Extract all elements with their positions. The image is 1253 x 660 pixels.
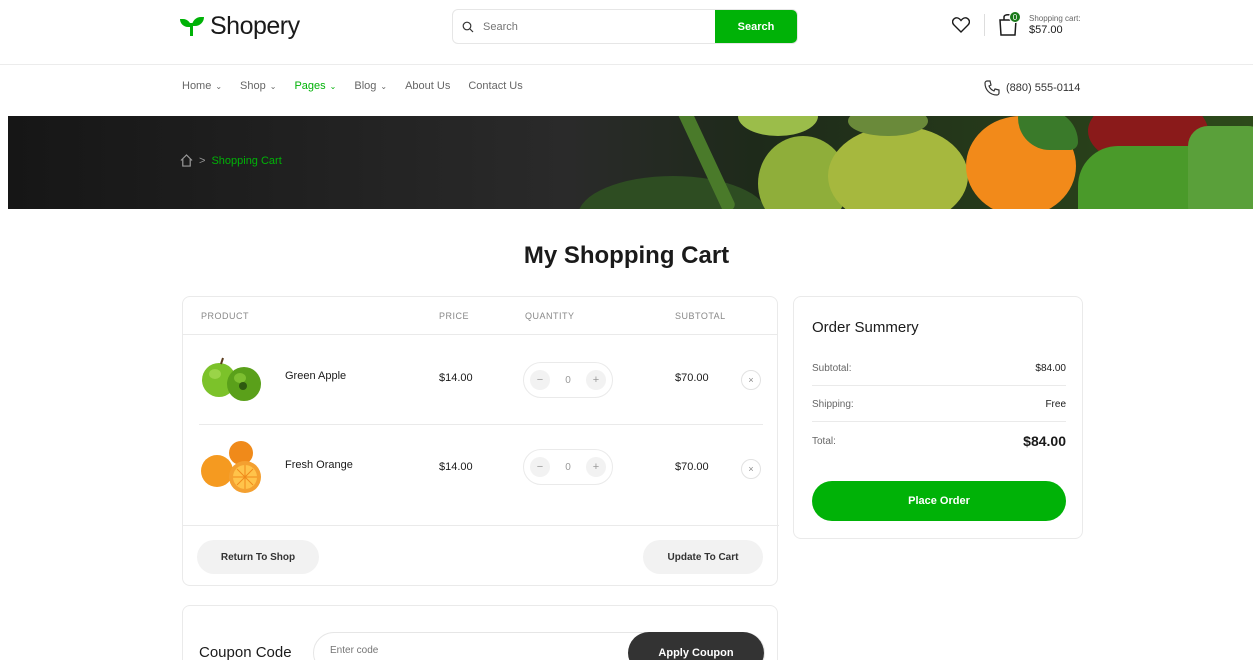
- coupon-input[interactable]: [330, 645, 610, 656]
- summary-subtotal-row: Subtotal: $84.00: [812, 363, 1066, 374]
- logo-text: Shopery: [210, 12, 300, 40]
- coupon-section: Coupon Code Apply Coupon: [182, 605, 778, 660]
- coupon-label: Coupon Code: [199, 644, 292, 660]
- subtotal-label: Subtotal:: [812, 363, 852, 374]
- chevron-down-icon: ⌄: [329, 81, 337, 91]
- nav-shop[interactable]: Shop ⌄: [240, 80, 276, 92]
- search-icon: [453, 10, 483, 43]
- summary-total-row: Total: $84.00: [812, 433, 1066, 449]
- minus-button[interactable]: −: [530, 370, 550, 390]
- remove-item-button[interactable]: ×: [741, 370, 761, 390]
- cart-count-badge: 0: [1009, 11, 1021, 23]
- banner-decor: [1188, 126, 1253, 209]
- leaf-logo-icon: [180, 16, 204, 37]
- site-header: Shopery Search 0 Shopping cart: $57.00: [0, 0, 1253, 64]
- summary-divider: [812, 385, 1066, 386]
- col-product: PRODUCT: [201, 311, 249, 321]
- fresh-orange-image: [199, 441, 265, 493]
- header-actions: 0 Shopping cart: $57.00: [946, 10, 1081, 40]
- nav-label: Home: [182, 80, 212, 92]
- cart-button[interactable]: 0: [997, 11, 1023, 39]
- order-summary: Order Summery Subtotal: $84.00 Shipping:…: [793, 296, 1083, 539]
- apply-coupon-button[interactable]: Apply Coupon: [628, 632, 764, 660]
- table-row: Fresh Orange $14.00 − 0 + $70.00 ×: [183, 425, 779, 513]
- nav-label: Pages: [294, 80, 326, 92]
- product-price: $14.00: [439, 372, 473, 384]
- header-divider-line: [0, 64, 1253, 65]
- product-subtotal: $70.00: [675, 372, 709, 384]
- nav-about[interactable]: About Us: [405, 80, 450, 92]
- cart-table: PRODUCT PRICE QUANTITY SUBTOTAL Green Ap…: [182, 296, 779, 586]
- col-subtotal: SUBTOTAL: [675, 311, 726, 321]
- cart-table-header: PRODUCT PRICE QUANTITY SUBTOTAL: [183, 297, 777, 335]
- remove-item-button[interactable]: ×: [741, 459, 761, 479]
- green-apple-image: [199, 352, 265, 404]
- banner-decor: [828, 126, 968, 209]
- plus-button[interactable]: +: [586, 457, 606, 477]
- summary-divider: [812, 421, 1066, 422]
- header-divider: [984, 14, 985, 36]
- phone-contact[interactable]: (880) 555-0114: [984, 80, 1080, 96]
- phone-icon: [984, 80, 1000, 96]
- breadcrumb: > Shopping Cart: [180, 154, 282, 167]
- cart-total: $57.00: [1029, 24, 1063, 36]
- search-bar: Search: [452, 9, 798, 44]
- product-subtotal: $70.00: [675, 461, 709, 473]
- main-nav: Home ⌄ Shop ⌄ Pages ⌄ Blog ⌄ About Us Contac…: [182, 80, 523, 92]
- heart-icon[interactable]: [946, 10, 976, 40]
- banner-decor: [578, 176, 768, 209]
- plus-button[interactable]: +: [586, 370, 606, 390]
- breadcrumb-current: Shopping Cart: [211, 154, 282, 167]
- breadcrumb-separator: >: [199, 154, 206, 167]
- place-order-button[interactable]: Place Order: [812, 481, 1066, 521]
- cart-label: Shopping cart:: [1029, 14, 1081, 23]
- phone-number: (880) 555-0114: [1006, 82, 1081, 94]
- product-name[interactable]: Fresh Orange: [285, 459, 353, 471]
- nav-label: Shop: [240, 80, 266, 92]
- quantity-stepper: − 0 +: [523, 449, 613, 485]
- search-input[interactable]: [483, 10, 715, 43]
- chevron-down-icon: ⌄: [380, 81, 388, 91]
- update-cart-button[interactable]: Update To Cart: [643, 540, 763, 574]
- nav-pages[interactable]: Pages ⌄: [294, 80, 336, 92]
- chevron-down-icon: ⌄: [269, 81, 277, 91]
- nav-label: Blog: [354, 80, 377, 92]
- page-title: My Shopping Cart: [523, 242, 730, 269]
- logo[interactable]: Shopery: [180, 12, 300, 41]
- summary-title: Order Summery: [812, 319, 919, 336]
- search-button[interactable]: Search: [715, 10, 797, 43]
- summary-shipping-row: Shipping: Free: [812, 399, 1066, 410]
- coupon-field: Apply Coupon: [313, 632, 765, 660]
- nav-label: Contact Us: [468, 80, 523, 92]
- shipping-label: Shipping:: [812, 399, 854, 410]
- cart-summary: Shopping cart: $57.00: [1029, 14, 1081, 36]
- banner-decor: [1078, 146, 1198, 209]
- quantity-stepper: − 0 +: [523, 362, 613, 398]
- breadcrumb-banner: > Shopping Cart: [8, 116, 1253, 209]
- table-row: Green Apple $14.00 − 0 + $70.00 ×: [183, 336, 779, 424]
- nav-label: About Us: [405, 80, 451, 92]
- quantity-value: 0: [565, 374, 571, 386]
- nav-contact[interactable]: Contact Us: [468, 80, 522, 92]
- shipping-value: Free: [1045, 399, 1066, 410]
- total-value: $84.00: [1023, 433, 1066, 449]
- nav-blog[interactable]: Blog ⌄: [354, 80, 387, 92]
- product-price: $14.00: [439, 461, 473, 473]
- return-to-shop-button[interactable]: Return To Shop: [197, 540, 319, 574]
- banner-decor: [738, 116, 818, 136]
- nav-home[interactable]: Home ⌄: [182, 80, 222, 92]
- subtotal-value: $84.00: [1035, 363, 1066, 374]
- col-price: PRICE: [439, 311, 470, 321]
- quantity-value: 0: [565, 461, 571, 473]
- chevron-down-icon: ⌄: [215, 81, 223, 91]
- home-icon[interactable]: [180, 154, 193, 167]
- minus-button[interactable]: −: [530, 457, 550, 477]
- product-name[interactable]: Green Apple: [285, 370, 346, 382]
- cart-footer-divider: [183, 525, 779, 526]
- total-label: Total:: [812, 435, 836, 447]
- col-quantity: QUANTITY: [525, 311, 575, 321]
